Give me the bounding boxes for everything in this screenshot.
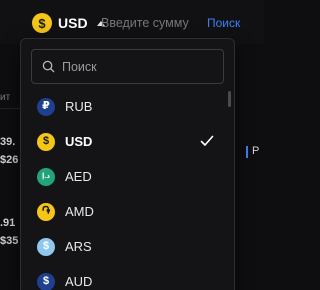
usd-coin-icon: $: [37, 132, 55, 151]
currency-item-aud[interactable]: $ AUD: [21, 264, 226, 290]
currency-selector[interactable]: $ USD: [32, 12, 105, 34]
amount-input[interactable]: [101, 13, 201, 33]
ars-coin-icon: $: [37, 237, 55, 256]
dropdown-search-input[interactable]: [62, 58, 212, 76]
currency-item-amd[interactable]: ֏ AMD: [21, 194, 226, 229]
currency-item-usd[interactable]: $ USD: [21, 124, 226, 159]
currency-item-aed[interactable]: د.إ AED: [21, 159, 226, 194]
bg-side-text: Р: [252, 145, 260, 157]
bg-value-1: 39.: [0, 136, 16, 148]
currency-item-rub[interactable]: ₽ RUB: [21, 89, 226, 124]
amd-coin-icon: ֏: [37, 202, 55, 221]
bg-accent-bar: [246, 146, 248, 158]
scrollbar-thumb[interactable]: [228, 91, 231, 107]
currency-item-label: AED: [65, 169, 92, 184]
currency-dropdown: ₽ RUB $ USD د.إ AED ֏ AMD $ ARS $ AUD: [20, 38, 235, 290]
aed-coin-icon: د.إ: [37, 167, 55, 186]
dropdown-search-box[interactable]: [31, 49, 224, 84]
bg-value-2: $26: [0, 154, 19, 166]
bg-value-4: $35: [0, 235, 19, 247]
currency-item-label: ARS: [65, 239, 92, 254]
currency-item-ars[interactable]: $ ARS: [21, 229, 226, 264]
bg-fragment-label: ит: [0, 92, 11, 103]
rub-coin-icon: ₽: [37, 97, 55, 116]
currency-item-label: AMD: [65, 204, 94, 219]
currency-item-label: USD: [65, 134, 93, 149]
aud-coin-icon: $: [37, 272, 55, 290]
search-button[interactable]: Поиск: [207, 16, 240, 30]
currency-item-label: RUB: [65, 99, 93, 114]
selected-currency-code: USD: [58, 15, 88, 31]
app-root: $ USD Поиск ит 39. $26 .91 $35 Р ₽ RUB $ US…: [0, 0, 264, 290]
checkmark-icon: [200, 135, 214, 146]
currency-list: ₽ RUB $ USD د.إ AED ֏ AMD $ ARS $ AUD: [21, 89, 226, 290]
currency-item-label: AUD: [65, 274, 93, 289]
usd-coin-icon: $: [32, 13, 52, 33]
bg-value-3: .91: [0, 217, 16, 229]
search-icon: [42, 60, 55, 73]
